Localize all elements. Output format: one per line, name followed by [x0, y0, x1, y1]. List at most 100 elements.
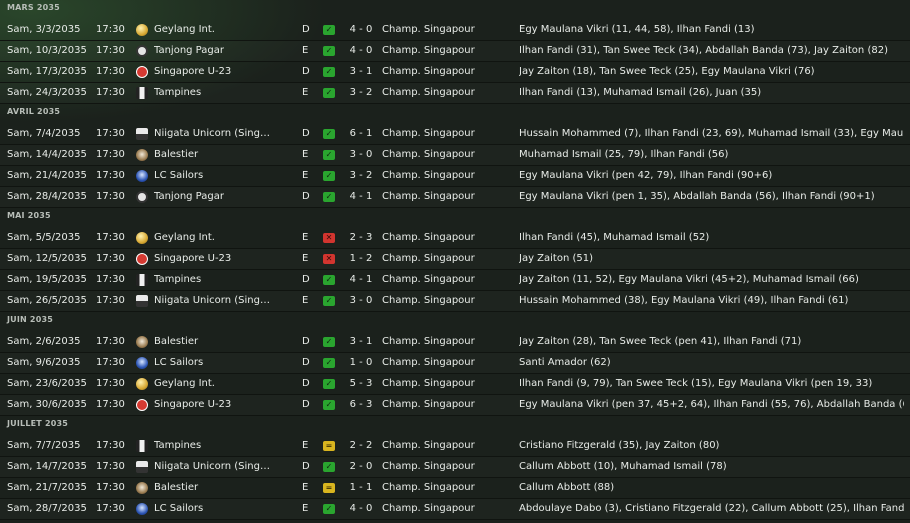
fixture-row[interactable]: Sam, 28/4/2035 17:30 Tanjong Pagar D ✓ 4 - 1C… [0, 187, 910, 208]
match-date: Sam, 28/4/2035 [7, 191, 87, 202]
fixture-row[interactable]: Sam, 7/7/2035 17:30 Tampines E = 2 - 2 Champ. … [0, 436, 910, 457]
fixture-row[interactable]: Sam, 5/5/2035 17:30 Geylang Int. E ✕ 2 - 3 Cha… [0, 228, 910, 249]
competition-link[interactable]: Champ. Singapour [382, 395, 475, 415]
match-score[interactable]: 3 - 0 [345, 145, 377, 165]
competition-link[interactable]: Champ. Singapour [382, 124, 475, 144]
competition-link[interactable]: Champ. Singapour [382, 166, 475, 186]
match-time: 17:30 [96, 295, 125, 306]
fixture-row[interactable]: Sam, 12/5/2035 17:30 Singapore U-23 E ✕ 1 - 2… [0, 249, 910, 270]
opponent-link[interactable]: Balestier [154, 332, 272, 352]
opponent-link[interactable]: Balestier [154, 478, 272, 498]
match-score[interactable]: 1 - 1 [345, 478, 377, 498]
match-score[interactable]: 3 - 2 [345, 83, 377, 103]
competition-link[interactable]: Champ. Singapour [382, 20, 475, 40]
competition-link[interactable]: Champ. Singapour [382, 457, 475, 477]
result-icon: ✓ [323, 296, 335, 306]
result-icon: = [323, 483, 335, 493]
competition-link[interactable]: Champ. Singapour [382, 83, 475, 103]
competition-link[interactable]: Champ. Singapour [382, 228, 475, 248]
match-time: 17:30 [96, 87, 125, 98]
opponent-link[interactable]: Singapore U-23 [154, 395, 272, 415]
fixture-row[interactable]: Sam, 14/7/2035 17:30 Niigata Unicorn (Sing… [0, 457, 910, 478]
match-date: Sam, 9/6/2035 [7, 357, 81, 368]
opponent-link[interactable]: LC Sailors [154, 166, 272, 186]
match-score[interactable]: 5 - 3 [345, 374, 377, 394]
competition-link[interactable]: Champ. Singapour [382, 270, 475, 290]
competition-link[interactable]: Champ. Singapour [382, 41, 475, 61]
opponent-link[interactable]: Geylang Int. [154, 20, 272, 40]
opponent-link[interactable]: Tampines [154, 436, 272, 456]
match-score[interactable]: 4 - 0 [345, 20, 377, 40]
match-score[interactable]: 2 - 0 [345, 457, 377, 477]
match-time: 17:30 [96, 461, 125, 472]
opponent-link[interactable]: Tanjong Pagar [154, 41, 272, 61]
match-score[interactable]: 3 - 1 [345, 62, 377, 82]
goal-scorers: Santi Amador (62) [519, 357, 611, 368]
match-score[interactable]: 6 - 1 [345, 124, 377, 144]
match-score[interactable]: 4 - 0 [345, 499, 377, 519]
match-score[interactable]: 3 - 1 [345, 332, 377, 352]
fixture-row[interactable]: Sam, 14/4/2035 17:30 Balestier E ✓ 3 - 0 Champ… [0, 145, 910, 166]
match-score[interactable]: 4 - 0 [345, 41, 377, 61]
opponent-link[interactable]: Balestier [154, 145, 272, 165]
opponent-link[interactable]: Niigata Unicorn (Singap... [154, 124, 272, 144]
club-badge-icon [136, 461, 148, 473]
fixture-row[interactable]: Sam, 7/4/2035 17:30 Niigata Unicorn (Singa… [0, 124, 910, 145]
fixture-row[interactable]: Sam, 28/7/2035 17:30 LC Sailors E ✓ 4 - 0 Cham… [0, 499, 910, 520]
opponent-link[interactable]: Tampines [154, 83, 272, 103]
match-score[interactable]: 1 - 2 [345, 249, 377, 269]
match-time: 17:30 [96, 191, 125, 202]
opponent-link[interactable]: Singapore U-23 [154, 62, 272, 82]
opponent-link[interactable]: Singapore U-23 [154, 249, 272, 269]
fixture-row[interactable]: Sam, 26/5/2035 17:30 Niigata Unicorn (Sing… [0, 291, 910, 312]
result-icon: ✓ [323, 67, 335, 77]
opponent-link[interactable]: Geylang Int. [154, 228, 272, 248]
competition-link[interactable]: Champ. Singapour [382, 374, 475, 394]
competition-link[interactable]: Champ. Singapour [382, 436, 475, 456]
competition-link[interactable]: Champ. Singapour [382, 145, 475, 165]
fixture-row[interactable]: Sam, 9/6/2035 17:30 LC Sailors D ✓ 1 - 0 Champ… [0, 353, 910, 374]
match-time: 17:30 [96, 503, 125, 514]
fixture-row[interactable]: Sam, 2/6/2035 17:30 Balestier D ✓ 3 - 1 Champ.… [0, 332, 910, 353]
competition-link[interactable]: Champ. Singapour [382, 332, 475, 352]
match-score[interactable]: 2 - 2 [345, 436, 377, 456]
opponent-link[interactable]: Geylang Int. [154, 374, 272, 394]
opponent-link[interactable]: Tanjong Pagar [154, 187, 272, 207]
fixture-row[interactable]: Sam, 24/3/2035 17:30 Tampines E ✓ 3 - 2 Champ.… [0, 83, 910, 104]
opponent-link[interactable]: Tampines [154, 270, 272, 290]
match-date: Sam, 21/7/2035 [7, 482, 87, 493]
competition-link[interactable]: Champ. Singapour [382, 478, 475, 498]
match-score[interactable]: 3 - 0 [345, 291, 377, 311]
competition-link[interactable]: Champ. Singapour [382, 291, 475, 311]
fixture-row[interactable]: Sam, 17/3/2035 17:30 Singapore U-23 D ✓ 3 - 1… [0, 62, 910, 83]
competition-link[interactable]: Champ. Singapour [382, 499, 475, 519]
match-time: 17:30 [96, 24, 125, 35]
match-date: Sam, 12/5/2035 [7, 253, 87, 264]
match-score[interactable]: 2 - 3 [345, 228, 377, 248]
opponent-link[interactable]: LC Sailors [154, 499, 272, 519]
opponent-link[interactable]: Niigata Unicorn (Singap... [154, 291, 272, 311]
match-score[interactable]: 6 - 3 [345, 395, 377, 415]
match-score[interactable]: 4 - 1 [345, 187, 377, 207]
match-score[interactable]: 1 - 0 [345, 353, 377, 373]
club-badge-icon [136, 149, 148, 161]
fixture-row[interactable]: Sam, 21/4/2035 17:30 LC Sailors E ✓ 3 - 2 Cham… [0, 166, 910, 187]
result-icon: ✓ [323, 46, 335, 56]
opponent-link[interactable]: Niigata Unicorn (Singap... [154, 457, 272, 477]
match-time: 17:30 [96, 378, 125, 389]
fixture-row[interactable]: Sam, 23/6/2035 17:30 Geylang Int. D ✓ 5 - 3 Ch… [0, 374, 910, 395]
match-score[interactable]: 3 - 2 [345, 166, 377, 186]
fixture-row[interactable]: Sam, 21/7/2035 17:30 Balestier E = 1 - 1 Champ… [0, 478, 910, 499]
fixture-row[interactable]: Sam, 10/3/2035 17:30 Tanjong Pagar E ✓ 4 - 0C… [0, 41, 910, 62]
fixture-row[interactable]: Sam, 3/3/2035 17:30 Geylang Int. D ✓ 4 - 0 Cha… [0, 20, 910, 41]
opponent-link[interactable]: LC Sailors [154, 353, 272, 373]
competition-link[interactable]: Champ. Singapour [382, 249, 475, 269]
match-time: 17:30 [96, 274, 125, 285]
competition-link[interactable]: Champ. Singapour [382, 62, 475, 82]
fixture-row[interactable]: Sam, 19/5/2035 17:30 Tampines D ✓ 4 - 1 Champ.… [0, 270, 910, 291]
competition-link[interactable]: Champ. Singapour [382, 187, 475, 207]
competition-link[interactable]: Champ. Singapour [382, 353, 475, 373]
fixture-row[interactable]: Sam, 30/6/2035 17:30 Singapore U-23 D ✓ 6 - 3… [0, 395, 910, 416]
month-header: JUIN 2035 [7, 315, 53, 324]
match-score[interactable]: 4 - 1 [345, 270, 377, 290]
